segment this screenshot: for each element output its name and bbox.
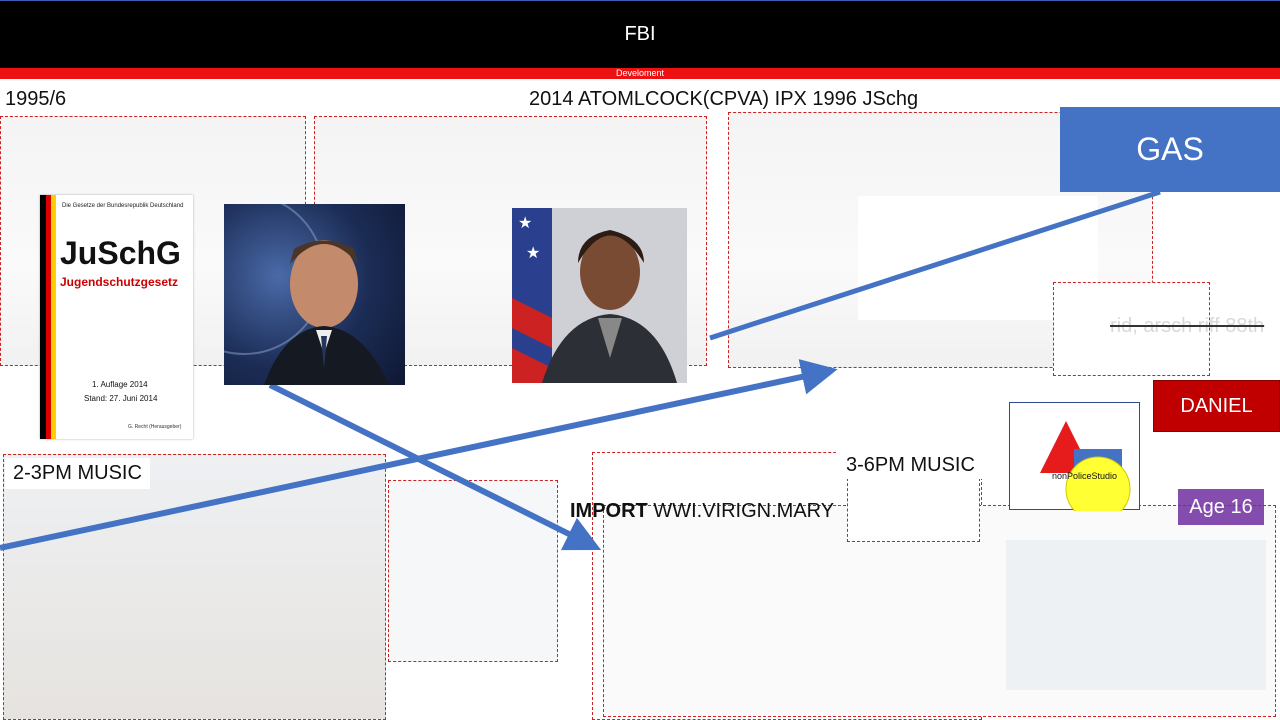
- gas-button[interactable]: GAS: [1060, 107, 1280, 192]
- headline-label: 2014 ATOMLCOCK(CPVA) IPX 1996 JSchg: [529, 88, 919, 110]
- strike-text: rid, arsch riff 88th: [1110, 315, 1265, 337]
- import-bold: IMPORT: [570, 500, 648, 522]
- arrow-to-gas: [709, 189, 1161, 341]
- book-editor: G. Recht (Herausgeber): [128, 424, 182, 430]
- portrait-man-figure: [224, 204, 389, 385]
- svg-text:★: ★: [518, 215, 532, 232]
- music-left-label: 2-3PM MUSIC: [5, 458, 150, 489]
- import-label: IMPORT WWI.VIRIGN.MARY: [570, 500, 834, 523]
- flag-stripe-gold: [51, 195, 56, 439]
- svg-text:★: ★: [526, 245, 540, 262]
- book-series: Die Gesetze der Bundesrepublik Deutschla…: [62, 203, 184, 209]
- logo-text: nonPoliceStudio: [1052, 471, 1118, 481]
- book-stand: Stand: 27. Juni 2014: [84, 394, 158, 403]
- logo-shapes: [1040, 421, 1131, 522]
- portrait-woman: ★ ★: [512, 208, 687, 383]
- book-title: JuSchG: [60, 235, 181, 271]
- portrait-man: [224, 204, 405, 385]
- date-label: 1995/6: [5, 88, 67, 110]
- studio-logo: nonPoliceStudio: [1009, 402, 1140, 522]
- age-badge[interactable]: Age 16: [1178, 489, 1264, 525]
- import-rest: WWI.VIRIGN.MARY: [647, 500, 835, 522]
- daniel-button[interactable]: DANIEL: [1153, 380, 1280, 432]
- book-cover: Die Gesetze der Bundesrepublik Deutschla…: [40, 195, 193, 439]
- music-right-label: 3-6PM MUSIC: [836, 452, 985, 479]
- portrait-woman-figure: ★ ★: [512, 208, 677, 383]
- arrow-diag: [268, 382, 602, 551]
- book-subtitle: Jugendschutzgesetz: [60, 275, 179, 289]
- book-edition: 1. Auflage 2014: [92, 380, 148, 389]
